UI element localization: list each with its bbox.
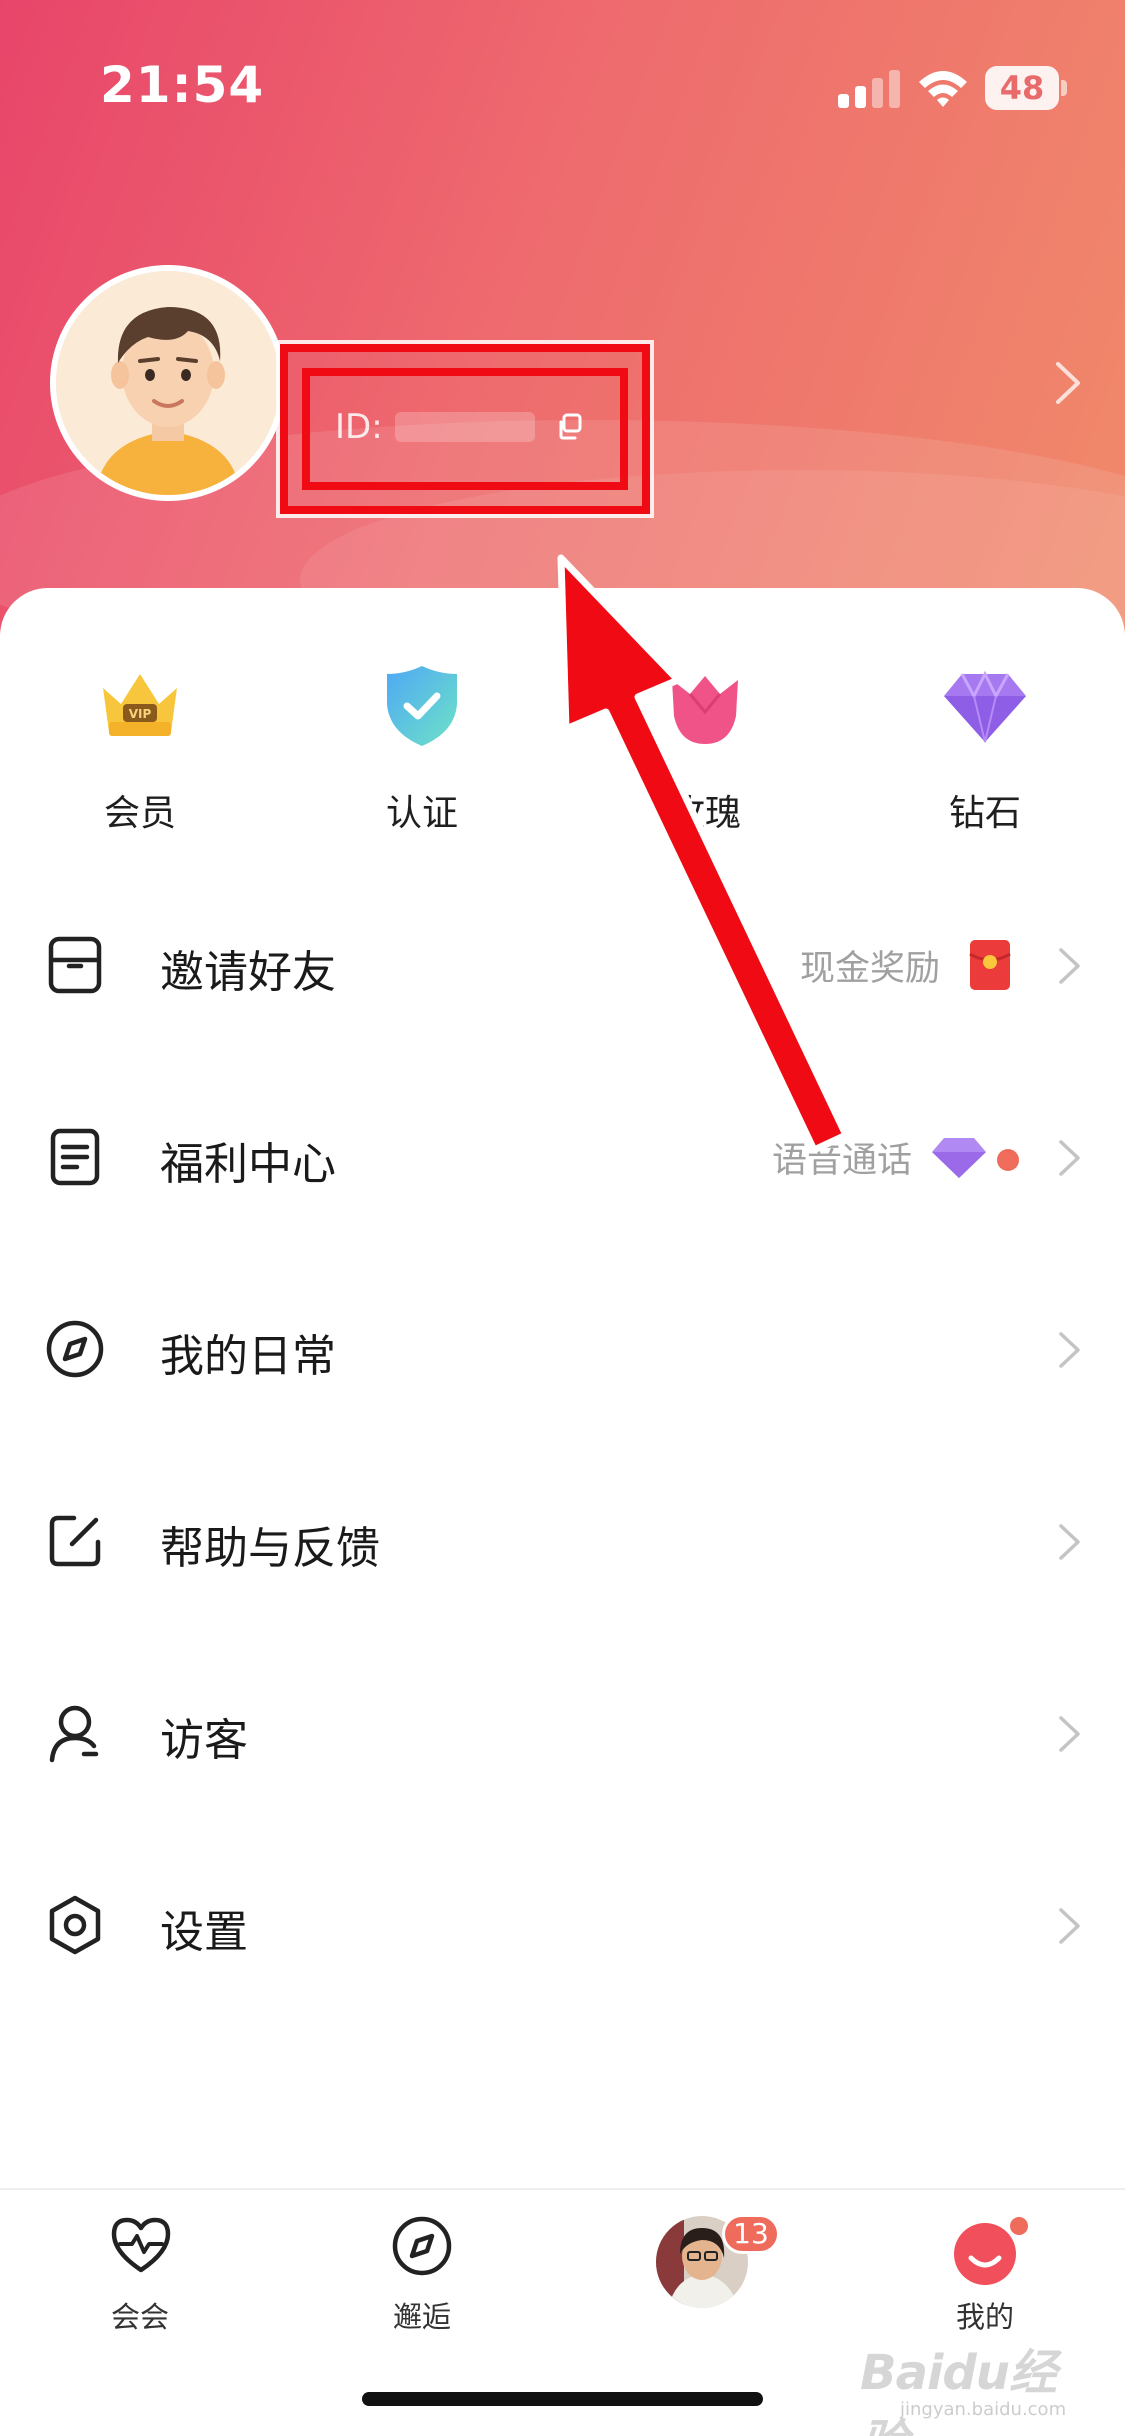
verified-shield-icon [387, 666, 457, 746]
tab-label: 会会 [110, 2300, 169, 2334]
cellular-signal-icon [838, 68, 900, 108]
vip-crown-icon: VIP [103, 674, 177, 736]
heart-pulse-icon [111, 2217, 171, 2273]
notification-dot [1007, 2214, 1031, 2238]
person-icon [49, 1705, 99, 1763]
compass-icon [392, 2216, 452, 2276]
home-indicator[interactable] [362, 2392, 763, 2406]
menu-item-help[interactable]: 帮助与反馈 [0, 1446, 1125, 1638]
menu-item-visitors[interactable]: 访客 [0, 1638, 1125, 1830]
battery-level: 48 [985, 66, 1059, 110]
watermark-url: jingyan.baidu.com [900, 2399, 1067, 2420]
menu-item-label: 邀请好友 [160, 947, 336, 998]
quick-action-label: 钻石 [948, 793, 1021, 834]
compass-icon [46, 1320, 104, 1378]
menu-item-settings[interactable]: 设置 [0, 1830, 1125, 2022]
menu-item-label: 我的日常 [160, 1331, 336, 1382]
tab-encounter[interactable]: 邂逅 [332, 2214, 512, 2334]
quick-action-rose[interactable]: 玫瑰 [605, 660, 805, 834]
quick-action-diamond[interactable]: 钻石 [885, 660, 1085, 834]
menu-item-label: 访客 [160, 1715, 248, 1766]
quick-action-label: 认证 [385, 793, 458, 834]
red-envelope-icon [969, 940, 1011, 990]
chevron-right-icon [1059, 1524, 1080, 1560]
menu-item-label: 福利中心 [160, 1139, 336, 1190]
menu-item-hint: 现金奖励 [800, 949, 941, 989]
menu-item-label: 帮助与反馈 [160, 1523, 380, 1574]
edit-icon [49, 1515, 101, 1567]
tab-messages[interactable]: 13 [612, 2214, 792, 2334]
profile-chevron-icon[interactable] [1050, 358, 1086, 408]
chevron-right-icon [1059, 1332, 1080, 1368]
chevron-right-icon [1059, 1716, 1080, 1752]
wifi-icon [919, 71, 967, 107]
hexagon-gear-icon [49, 1895, 101, 1955]
document-icon [50, 1128, 100, 1186]
status-time: 21:54 [100, 56, 265, 114]
notification-dot [997, 1149, 1019, 1171]
quick-action-label: 玫瑰 [668, 793, 741, 834]
quick-action-label: 会员 [103, 793, 176, 834]
tab-mine[interactable]: 我的 [895, 2214, 1075, 2334]
status-bar: 21:54 48 [0, 0, 1125, 150]
menu-item-invite[interactable]: 邀请好友 现金奖励 [0, 870, 1125, 1062]
diamond-icon [932, 1138, 986, 1178]
quick-action-vip[interactable]: VIP 会员 [40, 660, 240, 834]
diamond-icon [944, 670, 1026, 743]
avatar[interactable] [50, 265, 286, 501]
menu-item-hint: 语音通话 [772, 1141, 913, 1181]
avatar-illustration [56, 271, 280, 495]
chevron-right-icon [1059, 1908, 1080, 1944]
rose-icon [672, 676, 738, 744]
chevron-right-icon [1059, 1140, 1080, 1176]
menu-item-label: 设置 [160, 1907, 248, 1958]
battery-icon: 48 [985, 66, 1067, 110]
tab-huihui[interactable]: 会会 [50, 2214, 230, 2334]
unread-badge: 13 [722, 2214, 780, 2254]
quick-action-verify[interactable]: 认证 [322, 660, 522, 834]
svg-text:VIP: VIP [129, 707, 152, 721]
watermark-text: Baidu经验 [860, 2345, 1057, 2436]
tab-label: 邂逅 [392, 2300, 451, 2334]
menu-item-daily[interactable]: 我的日常 [0, 1254, 1125, 1446]
baidu-watermark: Baidu经验 jingyan.baidu.com [860, 2325, 1075, 2436]
menu-item-welfare[interactable]: 福利中心 语音通话 [0, 1062, 1125, 1254]
chevron-right-icon [1059, 948, 1080, 984]
invite-icon [48, 936, 102, 994]
annotation-highlight-box-inner [302, 368, 628, 490]
